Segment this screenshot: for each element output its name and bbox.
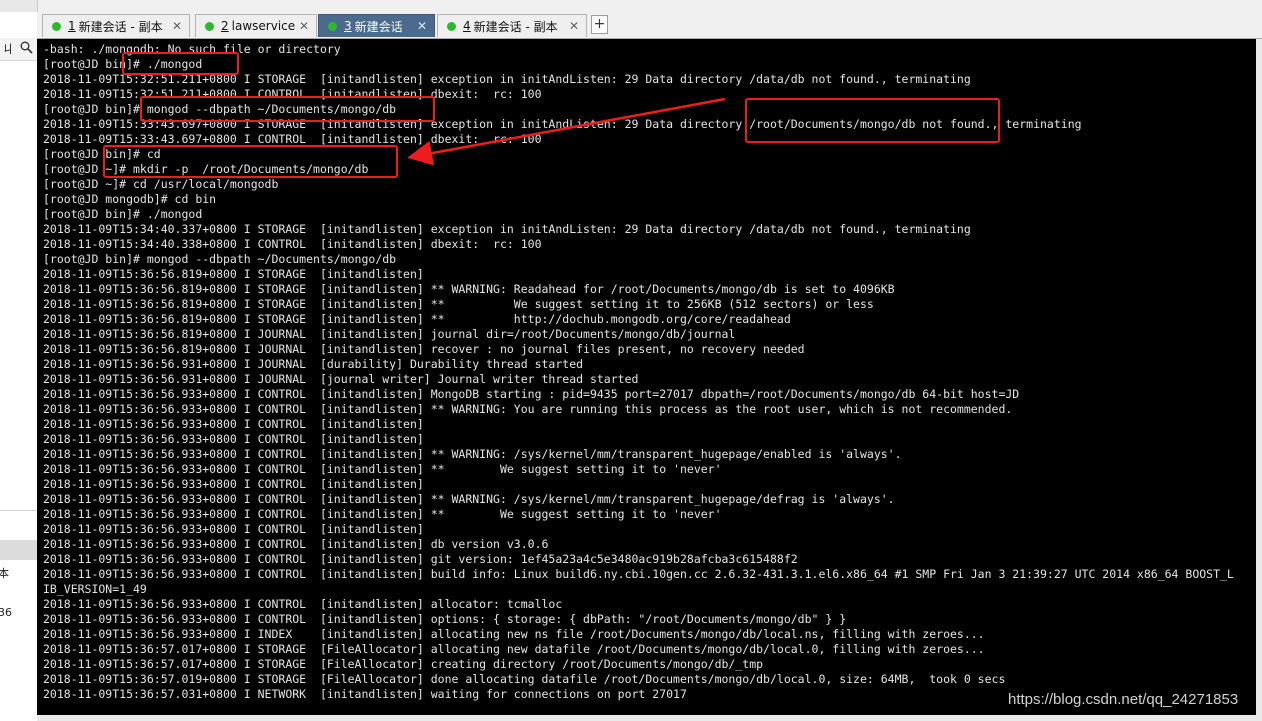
terminal-line: 2018-11-09T15:34:40.337+0800 I STORAGE [… (43, 222, 971, 236)
tab-number: 1 (68, 19, 76, 33)
tab-title: 新建会话 (354, 19, 403, 34)
close-icon[interactable]: ✕ (417, 19, 427, 33)
terminal-line: 2018-11-09T15:36:56.819+0800 I STORAGE [… (43, 312, 791, 326)
tab-session-1[interactable]: 1 新建会话 - 副本 ✕ (42, 14, 190, 37)
terminal-line: 2018-11-09T15:36:56.933+0800 I CONTROL [… (43, 417, 424, 431)
terminal-line: 2018-11-09T15:36:56.933+0800 I CONTROL [… (43, 462, 722, 476)
terminal-line: 2018-11-09T15:36:56.933+0800 I CONTROL [… (43, 447, 902, 461)
tab-title: 新建会话 - 副本 (78, 19, 163, 34)
terminal-line: 2018-11-09T15:36:56.931+0800 I JOURNAL [… (43, 372, 639, 386)
left-panel-titlebar (0, 0, 37, 12)
terminal-output[interactable]: -bash: ./mongodb: No such file or direct… (37, 39, 1256, 715)
screenshot-root: ㄐ 本 36 1 新建会话 - 副本 ✕ 2 lawservice ✕ 3 新建… (0, 0, 1262, 721)
close-icon[interactable]: ✕ (299, 19, 309, 33)
terminal-line: 2018-11-09T15:36:56.819+0800 I JOURNAL [… (43, 342, 805, 356)
terminal-line: 2018-11-09T15:36:56.819+0800 I STORAGE [… (43, 297, 874, 311)
terminal-line: 2018-11-09T15:36:56.819+0800 I STORAGE [… (43, 267, 424, 281)
terminal-line: 2018-11-09T15:36:57.019+0800 I STORAGE [… (43, 672, 1006, 686)
tab-session-3[interactable]: 3 新建会话 ✕ (318, 14, 435, 37)
tab-session-2[interactable]: 2 lawservice ✕ (195, 14, 317, 37)
terminal-line: 2018-11-09T15:34:40.338+0800 I CONTROL [… (43, 237, 542, 251)
terminal-line: 2018-11-09T15:36:56.933+0800 I CONTROL [… (43, 552, 798, 566)
terminal-line: 2018-11-09T15:36:56.933+0800 I CONTROL [… (43, 492, 895, 506)
annotation-box-not-found-error (745, 98, 1000, 143)
terminal-scrollbar[interactable] (1256, 39, 1262, 715)
terminal-line: 2018-11-09T15:36:57.017+0800 I STORAGE [… (43, 642, 985, 656)
session-tab-bar: 1 新建会话 - 副本 ✕ 2 lawservice ✕ 3 新建会话 ✕ 4 … (37, 12, 1262, 39)
connected-status-icon (52, 21, 61, 31)
connected-status-icon (447, 21, 456, 31)
terminal-line: 2018-11-09T15:36:56.931+0800 I JOURNAL [… (43, 357, 584, 371)
terminal-line: 2018-11-09T15:36:56.933+0800 I CONTROL [… (43, 597, 563, 611)
tab-number: 4 (463, 19, 471, 33)
terminal-line: 2018-11-09T15:36:56.819+0800 I JOURNAL [… (43, 327, 736, 341)
terminal-line: 2018-11-09T15:36:56.933+0800 I CONTROL [… (43, 402, 1013, 416)
terminal-line: [root@JD bin]# ./mongod (43, 207, 203, 221)
session-manager-panel: ㄐ 本 36 (0, 0, 38, 721)
terminal-line: [root@JD ~]# cd /usr/local/mongodb (43, 177, 279, 191)
terminal-line: 2018-11-09T15:36:57.017+0800 I STORAGE [… (43, 657, 764, 671)
tab-title: 新建会话 - 副本 (473, 19, 558, 34)
search-icon[interactable] (20, 41, 33, 54)
terminal-line: 2018-11-09T15:36:56.933+0800 I CONTROL [… (43, 567, 1234, 581)
terminal-line: 2018-11-09T15:36:56.933+0800 I CONTROL [… (43, 387, 1020, 401)
terminal-lines: -bash: ./mongodb: No such file or direct… (43, 42, 1234, 702)
terminal-line: 2018-11-09T15:36:56.933+0800 I CONTROL [… (43, 537, 549, 551)
tab-title: lawservice (231, 19, 296, 33)
left-panel-text-fragment: 本 (0, 565, 9, 581)
terminal-line: IB_VERSION=1_49 (43, 582, 147, 596)
terminal-line: [root@JD mongodb]# cd bin (43, 192, 217, 206)
add-tab-button[interactable]: + (591, 15, 608, 34)
close-icon[interactable]: ✕ (569, 19, 579, 33)
pin-icon[interactable]: ㄐ (2, 40, 14, 57)
terminal-line: [root@JD bin]# mongod --dbpath ~/Documen… (43, 252, 397, 266)
annotation-box-mkdir-command (103, 145, 398, 178)
left-panel-text-fragment: 36 (0, 606, 12, 619)
left-panel-divider (0, 510, 37, 511)
horizontal-scrollbar[interactable] (37, 715, 1262, 721)
left-panel-selected-row[interactable] (0, 540, 37, 560)
watermark-text: https://blog.csdn.net/qq_24271853 (1008, 691, 1239, 708)
connected-status-icon (205, 21, 214, 31)
annotation-box-dbpath-command (140, 96, 435, 122)
close-icon[interactable]: ✕ (172, 19, 182, 33)
terminal-line: 2018-11-09T15:36:56.933+0800 I CONTROL [… (43, 507, 722, 521)
terminal-line: 2018-11-09T15:36:56.933+0800 I INDEX [in… (43, 627, 985, 641)
tab-session-4[interactable]: 4 新建会话 - 副本 ✕ (437, 14, 587, 37)
terminal-line: 2018-11-09T15:36:56.933+0800 I CONTROL [… (43, 477, 424, 491)
connected-status-icon (328, 21, 337, 31)
tab-number: 3 (344, 19, 352, 33)
annotation-box-mongod-command (122, 52, 239, 75)
tab-number: 2 (221, 19, 229, 33)
terminal-line: 2018-11-09T15:36:56.933+0800 I CONTROL [… (43, 432, 424, 446)
terminal-line: 2018-11-09T15:36:56.933+0800 I CONTROL [… (43, 522, 424, 536)
terminal-line: 2018-11-09T15:36:56.933+0800 I CONTROL [… (43, 612, 847, 626)
terminal-line: 2018-11-09T15:36:56.819+0800 I STORAGE [… (43, 282, 895, 296)
